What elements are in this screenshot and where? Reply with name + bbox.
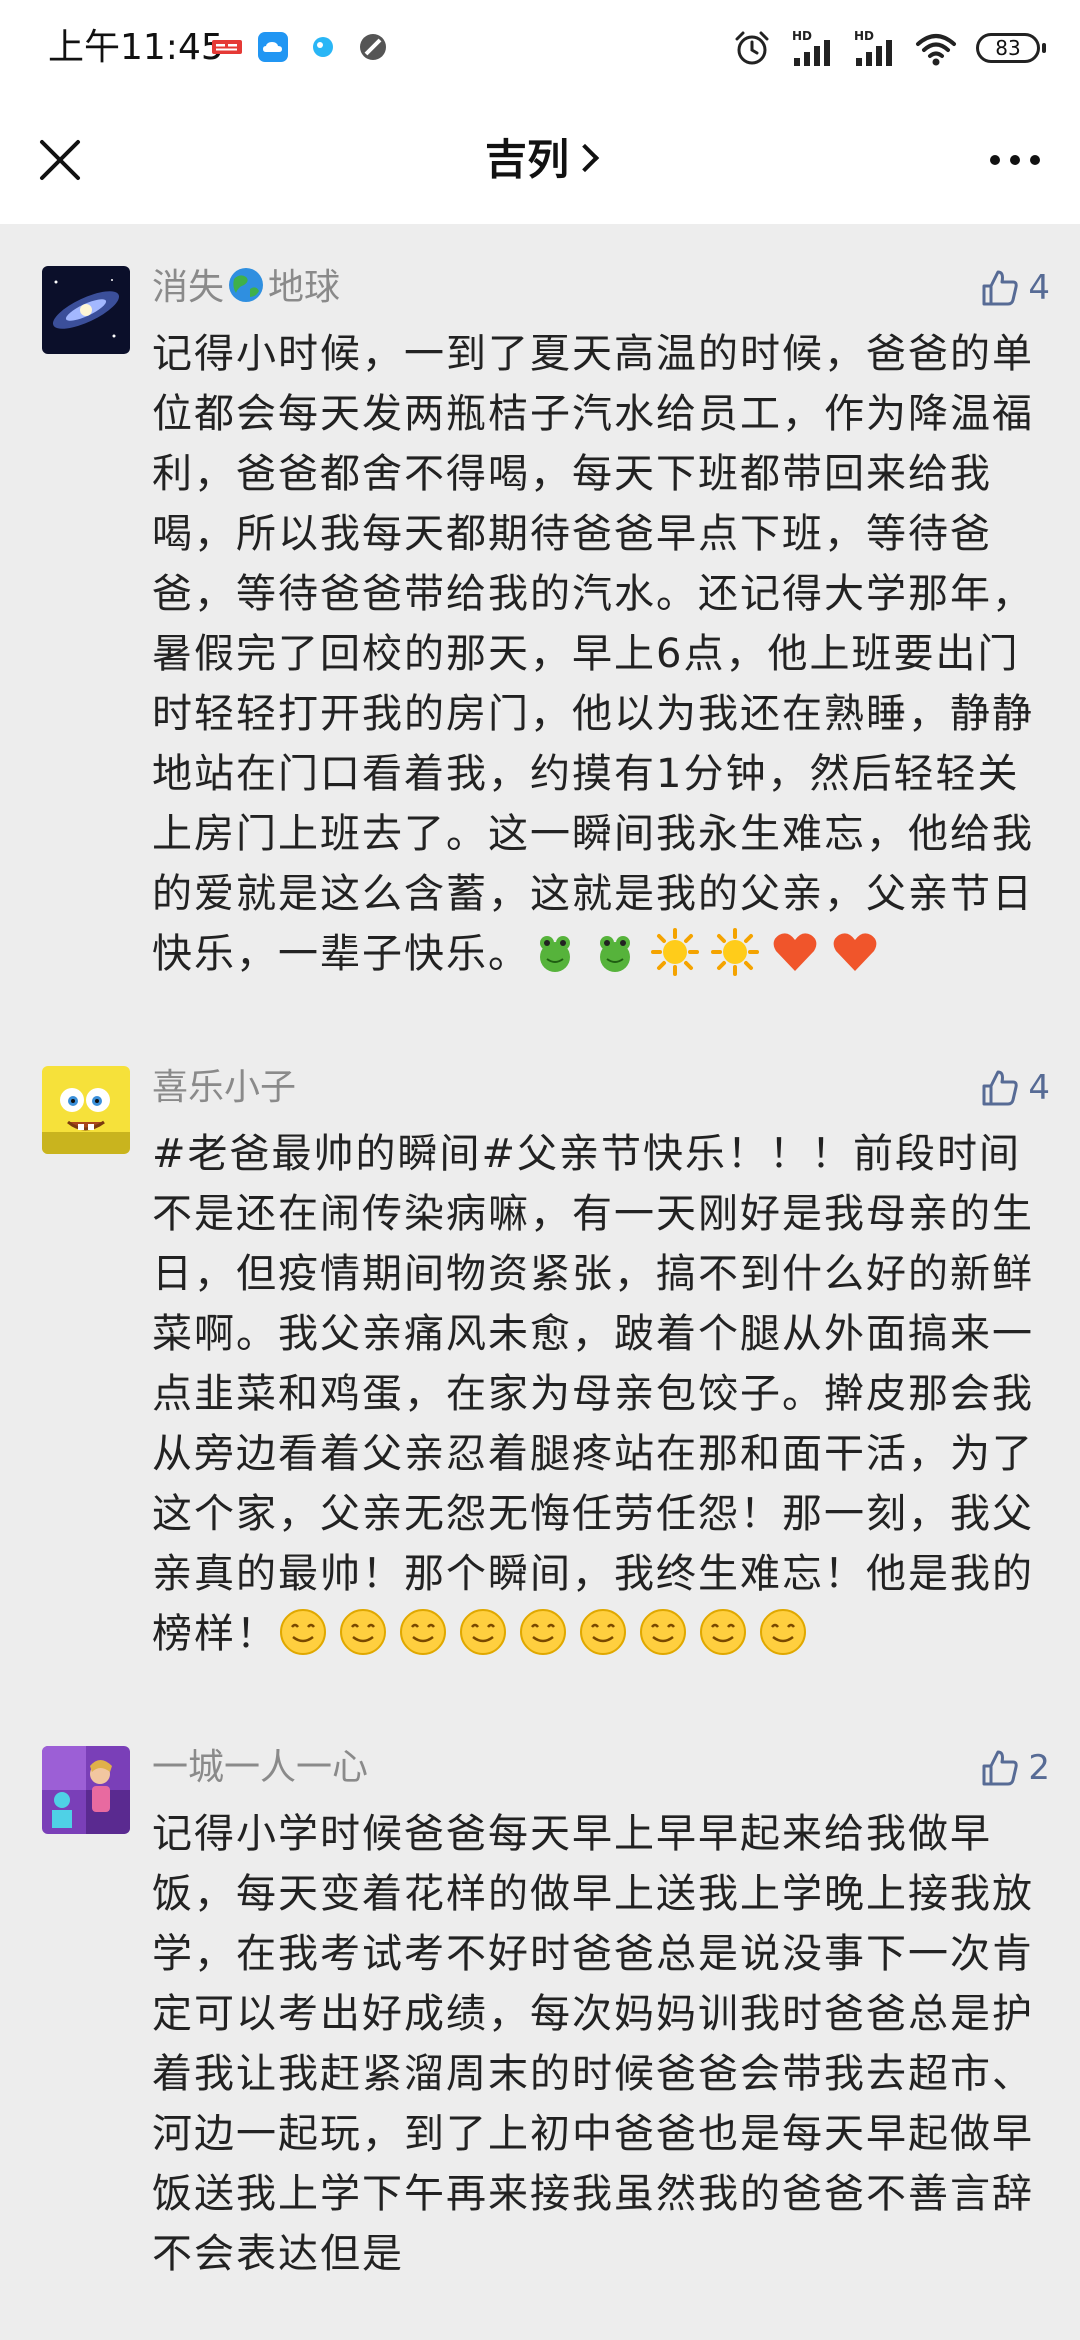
smile-emoji (340, 1609, 386, 1655)
thumbs-up-icon (982, 270, 1019, 306)
smile-emoji (400, 1609, 446, 1655)
bird-app-icon (313, 37, 333, 57)
comment-username[interactable]: 消失 地球 (152, 267, 340, 308)
avatar[interactable] (42, 266, 130, 354)
comment-text: #老爸最帅的瞬间#父亲节快乐！！！前段时间不是还在闹传染病嘛，有一天刚好是我母亲… (152, 1124, 1050, 1664)
like-count: 2 (1028, 1748, 1050, 1788)
emoji-row (278, 1609, 818, 1657)
news-app-icon (212, 40, 242, 54)
block-app-icon (360, 34, 386, 60)
smile-emoji (580, 1609, 626, 1655)
status-bar: 上午11:45 HD HD 83 (0, 0, 1080, 96)
comment-item: 喜乐小子 4 #老爸最帅的瞬间#父亲节快乐！！！前段时间不是还在闹传染病嘛，有一… (0, 1024, 1080, 1704)
nav-bar: 吉列 (0, 96, 1080, 224)
smile-emoji (700, 1609, 746, 1655)
comment-text: 记得小时候，一到了夏天高温的时候，爸爸的单位都会每天发两瓶桔子汽水给员工，作为降… (152, 324, 1050, 984)
chevron-right-icon (570, 143, 600, 173)
like-button[interactable]: 2 (978, 1744, 1050, 1792)
avatar[interactable] (42, 1066, 130, 1154)
comment-item: 一城一人一心 2 记得小学时候爸爸每天早上早早起来给我做早饭，每天变着花样的做早… (0, 1704, 1080, 2284)
emoji-row (530, 928, 890, 977)
comment-header: 喜乐小子 4 (152, 1064, 1050, 1124)
signal-icon-2: HD (854, 29, 892, 66)
page-title[interactable]: 吉列 (0, 130, 1080, 190)
comment-list: 消失 地球 4 记得小时候，一到了夏天高温的时候，爸爸的单位都会每天发两瓶桔子汽水… (0, 224, 1080, 2284)
frog-emoji (600, 936, 630, 972)
like-button[interactable]: 4 (978, 1064, 1050, 1112)
battery-level: 83 (995, 36, 1021, 60)
status-right-group: HD HD 83 (732, 26, 1046, 70)
comment-body: 记得小时候，一到了夏天高温的时候，爸爸的单位都会每天发两瓶桔子汽水给员工，作为降… (152, 331, 1034, 977)
heart-emoji (773, 933, 817, 971)
comment-header: 消失 地球 4 (152, 264, 1050, 324)
thumbs-up-icon (982, 1750, 1019, 1786)
smile-emoji (460, 1609, 506, 1655)
comment-body: 记得小学时候爸爸每天早上早早起来给我做早饭，每天变着花样的做早上送我上学晚上接我… (152, 1811, 1034, 2277)
svg-text:HD: HD (854, 29, 874, 43)
wifi-icon (916, 34, 956, 66)
like-button[interactable]: 4 (978, 264, 1050, 312)
comment-username[interactable]: 一城一人一心 (152, 1747, 368, 1788)
comment-header: 一城一人一心 2 (152, 1744, 1050, 1804)
comment-spacer (152, 984, 1050, 1024)
like-count: 4 (1028, 268, 1050, 308)
status-time: 上午11:45 (48, 27, 224, 68)
comment-item: 消失 地球 4 记得小时候，一到了夏天高温的时候，爸爸的单位都会每天发两瓶桔子汽水… (0, 224, 1080, 1024)
smile-emoji (760, 1609, 806, 1655)
comment-text: 记得小学时候爸爸每天早上早早起来给我做早饭，每天变着花样的做早上送我上学晚上接我… (152, 1804, 1050, 2284)
username-suffix: 地球 (268, 267, 341, 308)
page-title-text: 吉列 (484, 135, 569, 184)
cloud-app-icon (258, 32, 288, 62)
sun-emoji (711, 928, 759, 976)
earth-emoji (229, 268, 264, 302)
comment-spacer (152, 1664, 1050, 1704)
alarm-icon (735, 31, 769, 65)
comment-username[interactable]: 喜乐小子 (152, 1067, 296, 1108)
smile-emoji (520, 1609, 566, 1655)
more-dot (1010, 155, 1020, 165)
battery-indicator: 83 (976, 33, 1046, 63)
more-dot (1030, 155, 1040, 165)
thumbs-up-icon (982, 1070, 1019, 1106)
comment-body: #老爸最帅的瞬间#父亲节快乐！！！前段时间不是还在闹传染病嘛，有一天刚好是我母亲… (152, 1131, 1034, 1657)
svg-text:HD: HD (792, 29, 812, 43)
more-dot (990, 155, 1000, 165)
like-count: 4 (1028, 1068, 1050, 1108)
heart-emoji (833, 933, 877, 971)
smile-emoji (640, 1609, 686, 1655)
avatar[interactable] (42, 1746, 130, 1834)
signal-icon-1: HD (792, 29, 830, 66)
smile-emoji (280, 1609, 326, 1655)
more-icon[interactable] (980, 130, 1050, 190)
username-prefix: 消失 (152, 267, 225, 308)
sun-emoji (651, 928, 699, 976)
frog-emoji (540, 936, 570, 972)
